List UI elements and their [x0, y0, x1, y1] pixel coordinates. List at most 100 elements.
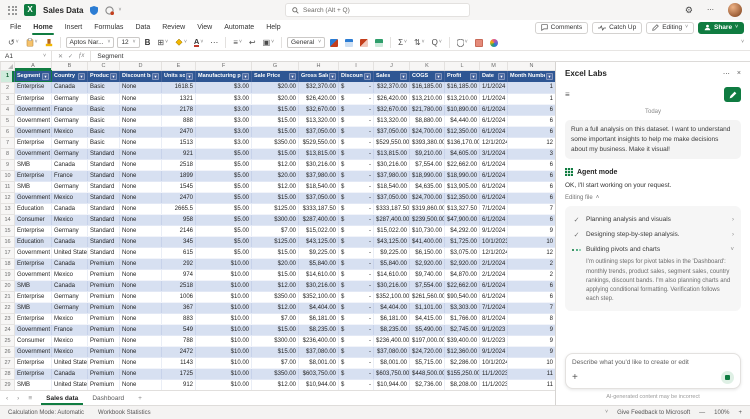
filter-button[interactable]: ▾	[152, 72, 159, 80]
ribbon-tab-review[interactable]: Review	[156, 20, 191, 35]
cell[interactable]: Government	[14, 324, 52, 336]
cell[interactable]: 7	[507, 203, 555, 215]
sheet-tab-dashboard[interactable]: Dashboard	[85, 391, 131, 405]
ribbon-more-formatting-button[interactable]: ⋯	[208, 38, 220, 48]
cell[interactable]: $3,075.00	[444, 247, 480, 259]
cell[interactable]: Consumer	[14, 214, 52, 226]
editing-mode-button[interactable]: Editing ˅	[646, 21, 694, 34]
cell[interactable]: 6/1/2024	[479, 214, 508, 226]
table-header-cell[interactable]: Date ▾	[479, 70, 508, 82]
cell[interactable]: Mexico	[51, 126, 88, 138]
cell[interactable]: None	[119, 170, 162, 182]
cell[interactable]: Enterprise	[14, 313, 52, 325]
cell[interactable]: $350.00	[251, 137, 299, 149]
cell[interactable]: Mexico	[51, 313, 88, 325]
cell[interactable]: $3.00	[195, 93, 252, 105]
cell[interactable]: Premium	[87, 291, 120, 303]
cell[interactable]: $47,900.00	[444, 214, 480, 226]
cell[interactable]: $37,980.00	[373, 170, 410, 182]
cell[interactable]: Basic	[87, 115, 120, 127]
sheet-tab-sales-data[interactable]: Sales data	[39, 391, 85, 405]
cell[interactable]: 1513	[161, 137, 196, 149]
cell[interactable]: 1618.5	[161, 82, 196, 94]
cell[interactable]: $12,360.00	[444, 346, 480, 358]
cell[interactable]: $3.00	[195, 82, 252, 94]
number-format-select[interactable]: General ˅	[287, 37, 326, 48]
cell[interactable]: $ -	[338, 170, 374, 182]
table-header-cell[interactable]: Profit ▾	[444, 70, 480, 82]
cell[interactable]: $5,490.00	[409, 324, 445, 336]
cell[interactable]: $ -	[338, 137, 374, 149]
ribbon-tab-formulas[interactable]: Formulas	[88, 20, 129, 35]
cell[interactable]: $15.00	[251, 126, 299, 138]
format-as-table-button[interactable]	[343, 38, 355, 48]
cell[interactable]: $ -	[338, 302, 374, 314]
cell[interactable]: 12	[507, 137, 555, 149]
row-header-3[interactable]: 3	[0, 92, 15, 105]
row-header-4[interactable]: 4	[0, 103, 15, 116]
cell[interactable]: $10.00	[195, 280, 252, 292]
cell[interactable]: $ -	[338, 236, 374, 248]
font-size-select[interactable]: 12 ˅	[117, 37, 140, 48]
cell[interactable]: $37,050.00	[298, 192, 339, 204]
next-sheet-icon[interactable]: ›	[15, 395, 21, 402]
cell[interactable]: $26,420.00	[298, 93, 339, 105]
cell[interactable]: None	[119, 236, 162, 248]
agent-step[interactable]: Building pivots and charts ˅	[572, 242, 734, 257]
cell[interactable]: 292	[161, 258, 196, 270]
cell[interactable]: 1143	[161, 357, 196, 369]
cell[interactable]: 12/1/2024	[479, 247, 508, 259]
cell[interactable]: $ -	[338, 324, 374, 336]
zoom-in-icon[interactable]: +	[738, 410, 742, 416]
row-header-2[interactable]: 2	[0, 81, 15, 94]
cell[interactable]: $16,185.00	[444, 82, 480, 94]
cell[interactable]: None	[119, 93, 162, 105]
cell[interactable]: 958	[161, 214, 196, 226]
cell[interactable]: United States	[51, 379, 88, 390]
cell[interactable]: Enterprise	[14, 225, 52, 237]
cell[interactable]: Government	[14, 192, 52, 204]
attach-plus-icon[interactable]: +	[572, 372, 578, 383]
cell[interactable]: $9,225.00	[298, 247, 339, 259]
cell[interactable]: $32,670.00	[298, 104, 339, 116]
cell[interactable]: $8,208.00	[444, 379, 480, 390]
cell[interactable]: Germany	[51, 148, 88, 160]
cell[interactable]: $10.00	[195, 291, 252, 303]
cell[interactable]: None	[119, 269, 162, 281]
cell[interactable]: 9	[507, 324, 555, 336]
row-header-5[interactable]: 5	[0, 114, 15, 127]
cell[interactable]: $ -	[338, 335, 374, 347]
cell[interactable]: $4,635.00	[409, 181, 445, 193]
row-header-6[interactable]: 6	[0, 125, 15, 138]
cell[interactable]: Canada	[51, 82, 88, 94]
cell[interactable]: $15.00	[251, 104, 299, 116]
cell[interactable]: $125.00	[251, 236, 299, 248]
cell[interactable]: Mexico	[51, 214, 88, 226]
cell[interactable]: 3	[507, 148, 555, 160]
cell[interactable]: $20.00	[251, 258, 299, 270]
cell[interactable]: $16,185.00	[409, 82, 445, 94]
cell[interactable]: $352,100.00	[373, 291, 410, 303]
cell[interactable]: Standard	[87, 214, 120, 226]
cell[interactable]: Basic	[87, 93, 120, 105]
cell[interactable]: Standard	[87, 148, 120, 160]
row-header-29[interactable]: 29	[0, 378, 15, 390]
cell[interactable]: 10/1/2024	[479, 357, 508, 369]
cell[interactable]: Basic	[87, 137, 120, 149]
cell[interactable]: $13,905.00	[444, 181, 480, 193]
cell[interactable]: $22,662.00	[444, 280, 480, 292]
cell[interactable]: $43,125.00	[373, 236, 410, 248]
step-expand-icon[interactable]: ›	[732, 232, 734, 238]
cell[interactable]: $4,404.00	[298, 302, 339, 314]
cell[interactable]: $12.00	[251, 280, 299, 292]
cell[interactable]: Education	[14, 236, 52, 248]
autosum-button[interactable]: Σ ˅	[396, 38, 409, 48]
cell[interactable]: None	[119, 324, 162, 336]
cell[interactable]: SMB	[14, 302, 52, 314]
cell[interactable]: 6/1/2024	[479, 126, 508, 138]
table-header-cell[interactable]: COGS ▾	[409, 70, 445, 82]
cell[interactable]: $5.00	[195, 181, 252, 193]
cell[interactable]: $6,181.00	[373, 313, 410, 325]
cell[interactable]: Enterprise	[14, 93, 52, 105]
cell[interactable]: $6,150.00	[409, 247, 445, 259]
